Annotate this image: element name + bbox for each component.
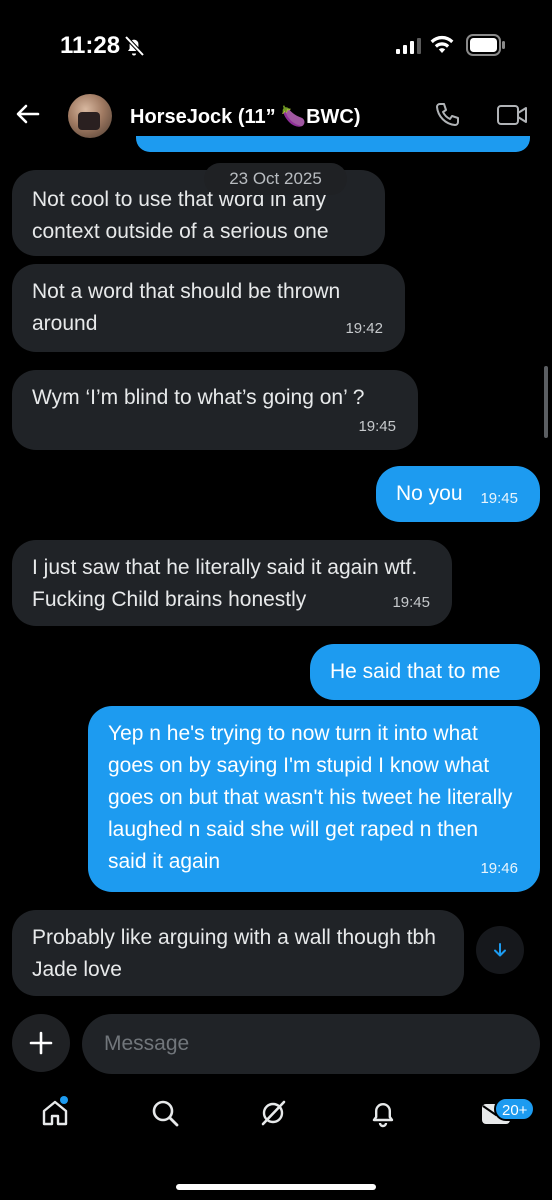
message-time: 19:46: [480, 860, 518, 877]
message-time: 19:45: [480, 490, 518, 507]
message-time: 19:42: [345, 320, 383, 337]
message-text: I just saw that he literally said it aga…: [32, 556, 418, 611]
search-icon[interactable]: [150, 1098, 180, 1128]
phone-icon[interactable]: [432, 100, 462, 130]
message-text: Probably like arguing with a wall though…: [32, 926, 436, 981]
home-unread-dot: [60, 1096, 68, 1104]
video-icon[interactable]: [496, 102, 528, 128]
back-arrow-icon[interactable]: [14, 100, 42, 128]
conversation-header: HorseJock (11” 🍆BWC): [0, 90, 552, 142]
message-bubble-sent[interactable]: No you 19:45: [376, 466, 540, 522]
message-bubble-sent[interactable]: He said that to me: [310, 644, 540, 700]
notifications-icon[interactable]: [368, 1098, 398, 1128]
arrow-down-icon: [494, 943, 506, 957]
home-indicator[interactable]: [176, 1184, 376, 1190]
message-text: No you: [396, 482, 463, 505]
scrollbar[interactable]: [544, 366, 548, 438]
message-input[interactable]: [104, 1014, 524, 1074]
avatar[interactable]: [68, 94, 112, 138]
add-attachment-button[interactable]: [12, 1014, 70, 1072]
scroll-to-bottom-button[interactable]: [476, 926, 524, 974]
bottom-tab-bar: [0, 1090, 552, 1150]
bell-slash-icon: [124, 35, 145, 57]
message-text: Wym ‘I’m blind to what’s going on’ ?: [32, 386, 365, 409]
signal-icon: [396, 38, 421, 54]
battery-icon: [466, 34, 505, 56]
plus-icon: [29, 1031, 53, 1055]
grok-icon[interactable]: [258, 1098, 288, 1128]
message-bubble-received[interactable]: I just saw that he literally said it aga…: [12, 540, 452, 626]
message-text: He said that to me: [330, 660, 501, 683]
message-bubble-received[interactable]: Not a word that should be thrown around …: [12, 264, 405, 352]
status-time: 11:28: [60, 32, 121, 59]
message-composer[interactable]: [82, 1014, 540, 1074]
message-text: Not cool to use that word in any context…: [32, 188, 329, 243]
message-bubble-received[interactable]: Wym ‘I’m blind to what’s going on’ ? 19:…: [12, 370, 418, 450]
wifi-icon: [430, 35, 454, 53]
message-bubble-sent[interactable]: Yep n he's trying to now turn it into wh…: [88, 706, 540, 892]
message-text: Not a word that should be thrown around: [32, 280, 341, 335]
message-time: 19:45: [392, 594, 430, 611]
date-separator: 23 Oct 2025: [204, 163, 347, 195]
status-bar: 11:28: [0, 0, 552, 90]
message-time: 19:45: [358, 418, 396, 435]
message-bubble-received[interactable]: Probably like arguing with a wall though…: [12, 910, 464, 996]
previous-sent-bubble: [136, 136, 530, 152]
messages-badge: 20+: [494, 1097, 536, 1121]
message-text: Yep n he's trying to now turn it into wh…: [108, 722, 513, 873]
contact-name[interactable]: HorseJock (11” 🍆BWC): [130, 104, 361, 129]
